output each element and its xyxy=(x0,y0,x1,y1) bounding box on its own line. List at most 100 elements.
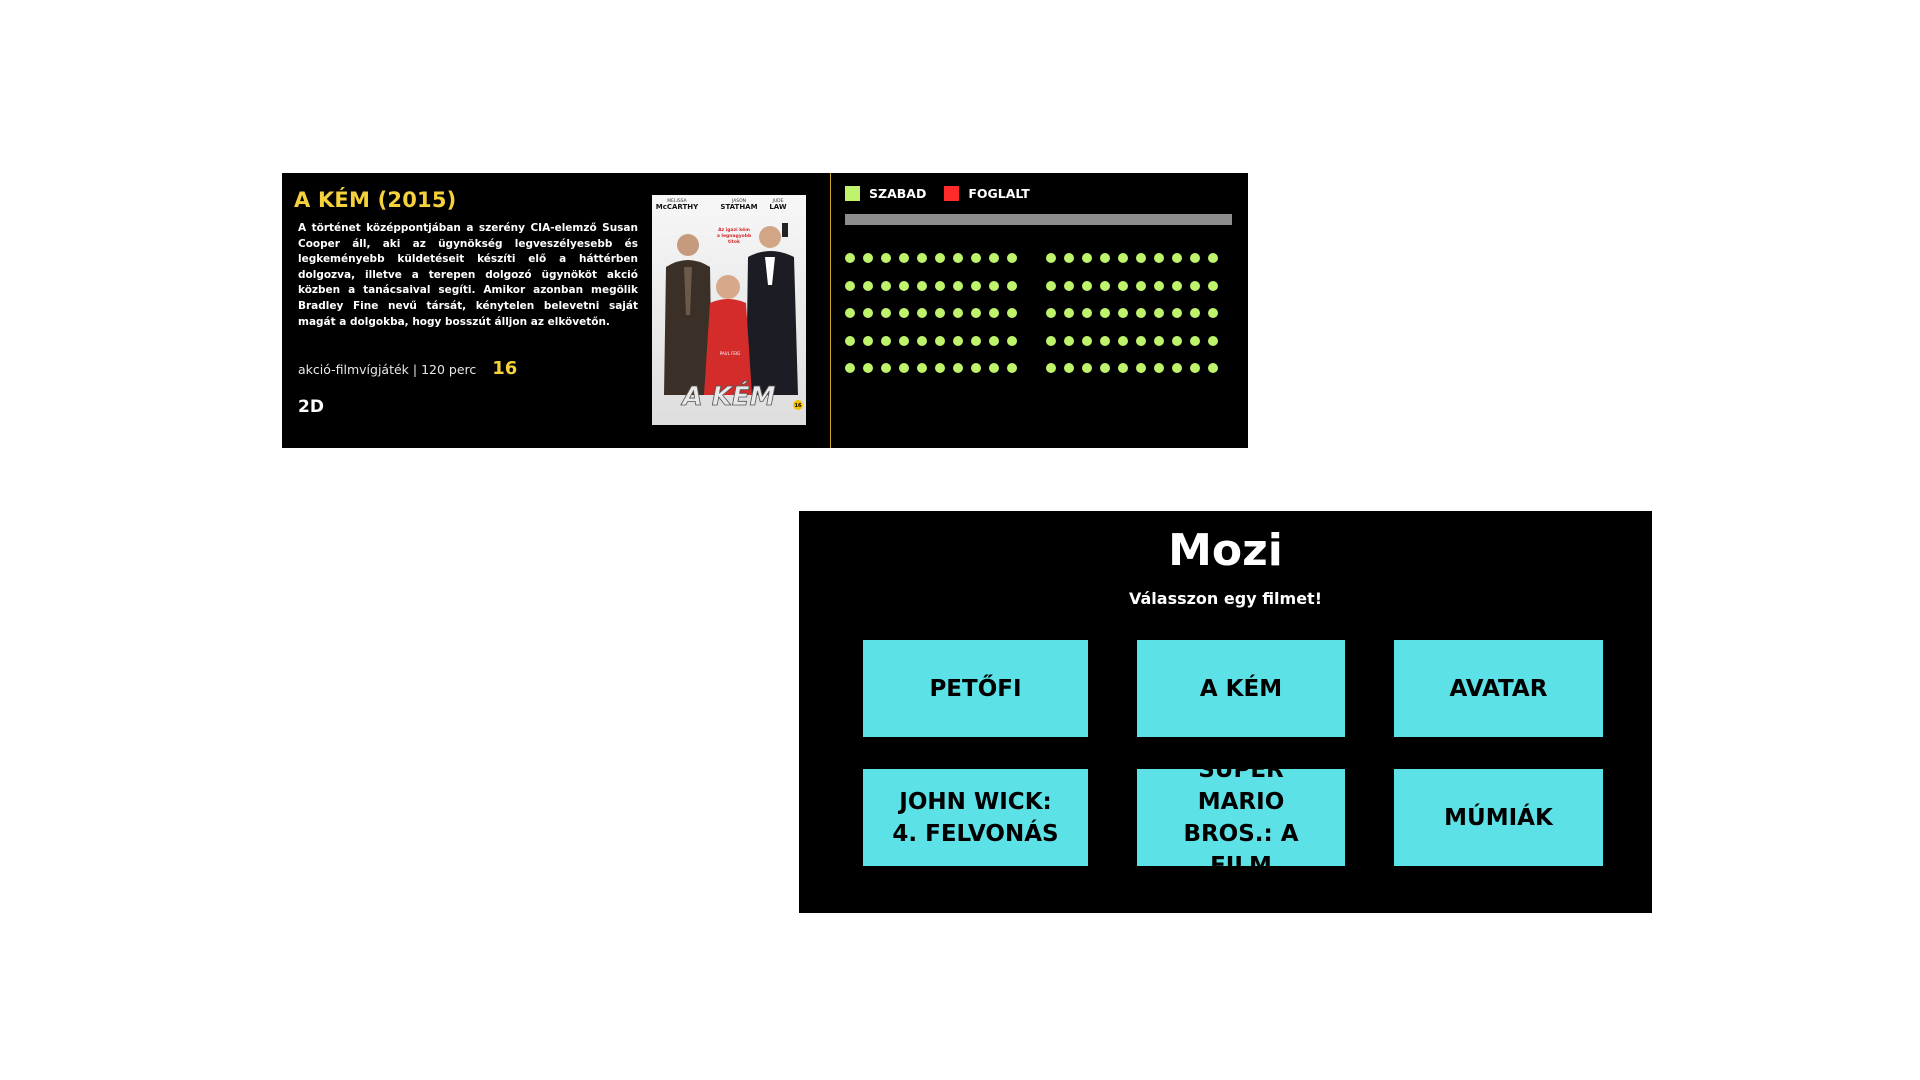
seat[interactable] xyxy=(1208,363,1218,373)
seat[interactable] xyxy=(1082,253,1092,263)
seat[interactable] xyxy=(935,363,945,373)
seat[interactable] xyxy=(1064,363,1074,373)
seat[interactable] xyxy=(1190,335,1200,346)
seat[interactable] xyxy=(953,363,963,373)
seat[interactable] xyxy=(1100,308,1110,318)
seat[interactable] xyxy=(971,280,981,291)
seat[interactable] xyxy=(917,280,927,291)
seat[interactable] xyxy=(1100,280,1110,291)
seat[interactable] xyxy=(1172,363,1182,373)
seat[interactable] xyxy=(1064,253,1074,263)
seat[interactable] xyxy=(989,253,999,263)
seat[interactable] xyxy=(1118,280,1128,291)
seat[interactable] xyxy=(1190,253,1200,263)
seat[interactable] xyxy=(1172,280,1182,291)
seat[interactable] xyxy=(881,335,891,346)
seat[interactable] xyxy=(1118,308,1128,318)
seat[interactable] xyxy=(863,335,873,346)
seat[interactable] xyxy=(935,280,945,291)
seat[interactable] xyxy=(1046,280,1056,291)
seat[interactable] xyxy=(1190,308,1200,318)
seat[interactable] xyxy=(1154,363,1164,373)
seat[interactable] xyxy=(1082,280,1092,291)
seat[interactable] xyxy=(845,308,855,318)
movie-button-john-wick-4[interactable]: JOHN WICK: 4. FELVONÁS xyxy=(863,769,1088,866)
seat[interactable] xyxy=(917,253,927,263)
seat[interactable] xyxy=(1136,253,1146,263)
movie-button-mumiak[interactable]: MÚMIÁK xyxy=(1394,769,1603,866)
seat[interactable] xyxy=(953,280,963,291)
seat[interactable] xyxy=(917,308,927,318)
seat[interactable] xyxy=(845,253,855,263)
seat[interactable] xyxy=(1190,280,1200,291)
seat[interactable] xyxy=(917,363,927,373)
seat[interactable] xyxy=(1154,308,1164,318)
seat[interactable] xyxy=(1046,308,1056,318)
seat[interactable] xyxy=(899,308,909,318)
seat[interactable] xyxy=(899,335,909,346)
seat[interactable] xyxy=(1118,253,1128,263)
seat[interactable] xyxy=(989,335,999,346)
seat[interactable] xyxy=(1118,363,1128,373)
seat[interactable] xyxy=(863,253,873,263)
seat[interactable] xyxy=(863,280,873,291)
seat[interactable] xyxy=(1007,335,1017,346)
seat[interactable] xyxy=(1007,253,1017,263)
seat[interactable] xyxy=(1046,335,1056,346)
seat[interactable] xyxy=(1064,280,1074,291)
seat[interactable] xyxy=(881,253,891,263)
seat[interactable] xyxy=(899,363,909,373)
seat[interactable] xyxy=(1046,363,1056,373)
seat[interactable] xyxy=(971,308,981,318)
seat[interactable] xyxy=(863,308,873,318)
movie-button-a-kem[interactable]: A KÉM xyxy=(1137,640,1345,737)
seat[interactable] xyxy=(881,280,891,291)
seat[interactable] xyxy=(1208,280,1218,291)
seat[interactable] xyxy=(881,308,891,318)
seat[interactable] xyxy=(1172,253,1182,263)
seat[interactable] xyxy=(989,308,999,318)
seat[interactable] xyxy=(1154,280,1164,291)
seat[interactable] xyxy=(1154,335,1164,346)
seat[interactable] xyxy=(1007,363,1017,373)
seat[interactable] xyxy=(1172,308,1182,318)
seat[interactable] xyxy=(953,308,963,318)
seat[interactable] xyxy=(1118,335,1128,346)
movie-button-super-mario-bros[interactable]: SUPER MARIO BROS.: A FILM xyxy=(1137,757,1345,879)
seat[interactable] xyxy=(1136,280,1146,291)
seat[interactable] xyxy=(1208,335,1218,346)
seat[interactable] xyxy=(989,363,999,373)
seat[interactable] xyxy=(971,363,981,373)
seat[interactable] xyxy=(1064,308,1074,318)
seat[interactable] xyxy=(917,335,927,346)
seat[interactable] xyxy=(845,335,855,346)
seat[interactable] xyxy=(845,363,855,373)
seat[interactable] xyxy=(881,363,891,373)
seat[interactable] xyxy=(1082,363,1092,373)
seat[interactable] xyxy=(1136,308,1146,318)
seat[interactable] xyxy=(1082,308,1092,318)
seat[interactable] xyxy=(935,308,945,318)
seat[interactable] xyxy=(1100,335,1110,346)
movie-button-avatar[interactable]: AVATAR xyxy=(1394,640,1603,737)
seat[interactable] xyxy=(1082,335,1092,346)
seat[interactable] xyxy=(1154,253,1164,263)
seat[interactable] xyxy=(1172,335,1182,346)
seat[interactable] xyxy=(1064,335,1074,346)
seat[interactable] xyxy=(1208,253,1218,263)
seat[interactable] xyxy=(953,335,963,346)
seat[interactable] xyxy=(1136,363,1146,373)
seat[interactable] xyxy=(1190,363,1200,373)
seat[interactable] xyxy=(1208,308,1218,318)
seat[interactable] xyxy=(1007,280,1017,291)
seat[interactable] xyxy=(935,335,945,346)
seat[interactable] xyxy=(989,280,999,291)
seat[interactable] xyxy=(971,335,981,346)
movie-button-petofi[interactable]: PETŐFI xyxy=(863,640,1088,737)
seat[interactable] xyxy=(953,253,963,263)
seat[interactable] xyxy=(899,253,909,263)
seat[interactable] xyxy=(935,253,945,263)
seat[interactable] xyxy=(1100,253,1110,263)
seat[interactable] xyxy=(863,363,873,373)
seat[interactable] xyxy=(1100,363,1110,373)
